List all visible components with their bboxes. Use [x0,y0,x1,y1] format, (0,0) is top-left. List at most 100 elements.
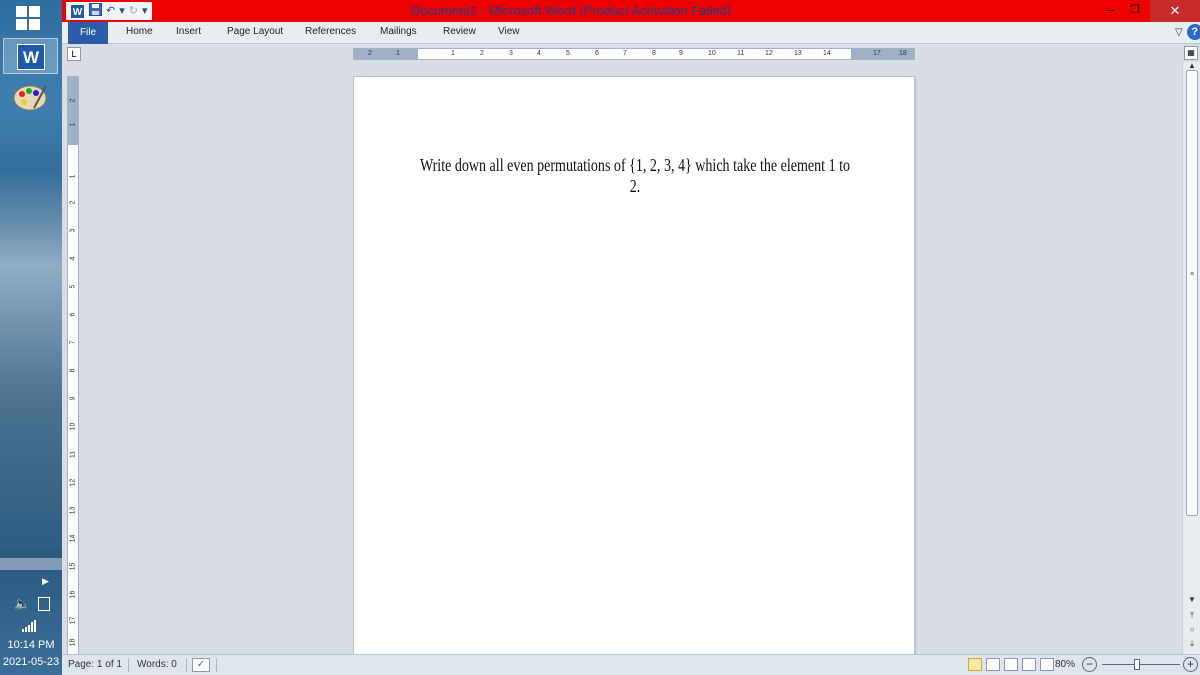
ruler-number: 1 [69,174,77,179]
previous-page-icon[interactable]: ⤒ [1185,610,1199,622]
ruler-number: 17 [69,616,77,625]
ruler-number: 12 [765,50,773,57]
ruler-number: 13 [794,50,802,57]
windows-taskbar: W ▶ 🔈 10:14 PM 2021-05-23 [0,0,62,675]
ruler-number: 2 [480,50,484,57]
horizontal-ruler[interactable]: 2 1 1 2 3 4 5 6 7 8 9 10 11 12 13 14 17 … [353,48,915,60]
word-window: W ↶ ▾ ↻ ▾ Document1 - Microsoft Word (Pr… [62,0,1200,675]
ruler-number: 15 [69,562,77,571]
word-app-icon: W [17,44,45,70]
ruler-number: 11 [69,450,77,459]
ruler-number: 3 [509,50,513,57]
zoom-out-button[interactable]: − [1082,657,1097,672]
status-separator [186,658,187,672]
minimize-ribbon-icon[interactable]: ▽ [1175,27,1183,38]
ruler-number: 7 [69,340,77,345]
help-icon[interactable]: ? [1186,24,1200,40]
ruler-number: 5 [69,284,77,289]
tab-selector[interactable]: L [67,47,81,61]
ruler-number: 18 [899,50,907,57]
tab-view[interactable]: View [498,26,520,37]
tab-mailings[interactable]: Mailings [380,26,417,37]
close-button[interactable]: ✕ [1150,0,1200,22]
show-hidden-icons-icon[interactable]: ▶ [42,576,49,587]
ruler-number: 1 [69,122,77,127]
ruler-number: 16 [69,590,77,599]
print-layout-icon[interactable] [968,658,982,671]
ribbon-tabs: File Home Insert Page Layout References … [62,22,1200,44]
minimize-button[interactable]: – [1098,0,1122,22]
next-page-icon[interactable]: ⤓ [1185,638,1199,650]
ruler-number: 2 [69,98,77,103]
ruler-number: 12 [69,478,77,487]
ruler-number: 7 [623,50,627,57]
full-screen-reading-icon[interactable] [986,658,1000,671]
status-bar: Page: 1 of 1 Words: 0 ✓ 80% − + [62,654,1200,675]
ruler-number: 2 [69,200,77,205]
ruler-number: 6 [595,50,599,57]
tab-page-layout[interactable]: Page Layout [227,26,283,37]
clock-time[interactable]: 10:14 PM [0,639,62,651]
restore-button[interactable]: ❐ [1122,0,1148,22]
windows-logo-pane [29,6,40,17]
page-count[interactable]: Page: 1 of 1 [68,659,122,670]
paint-palette-icon [13,85,47,111]
ruler-number: 1 [451,50,455,57]
desktop-wallpaper [0,170,62,550]
proofing-icon[interactable]: ✓ [192,658,210,672]
ruler-number: 17 [873,50,881,57]
ruler-left-margin [354,49,418,59]
battery-icon[interactable] [38,597,50,611]
draft-icon[interactable] [1040,658,1054,671]
volume-icon[interactable]: 🔈 [14,596,30,612]
status-separator [128,658,129,672]
windows-logo-icon [16,6,27,17]
word-count[interactable]: Words: 0 [137,659,177,670]
ruler-number: 10 [69,422,77,431]
ruler-number: 1 [396,50,400,57]
vertical-ruler[interactable]: 2 1 1 2 3 4 5 6 7 8 9 10 11 12 13 14 15 … [67,76,79,656]
scroll-down-icon[interactable]: ▼ [1185,594,1199,606]
tab-home[interactable]: Home [126,26,153,37]
tab-references[interactable]: References [305,26,356,37]
tray-divider [0,558,62,570]
zoom-slider[interactable] [1102,664,1180,665]
taskbar-word-button[interactable]: W [3,38,58,74]
tab-file[interactable]: File [68,22,108,44]
clock-date[interactable]: 2021-05-23 [0,656,62,668]
taskbar-paint-button[interactable] [10,80,50,114]
title-bar: W ↶ ▾ ↻ ▾ Document1 - Microsoft Word (Pr… [62,0,1200,22]
ruler-top-margin [68,77,78,145]
ruler-number: 3 [69,228,77,233]
ruler-number: 5 [566,50,570,57]
grip-icon: ≡ [1190,271,1195,278]
ruler-number: 9 [69,396,77,401]
zoom-level[interactable]: 80% [1055,659,1075,670]
select-browse-object-icon[interactable]: ○ [1185,624,1199,636]
ruler-number: 4 [537,50,541,57]
ruler-number: 14 [823,50,831,57]
ruler-number: 11 [737,50,745,57]
web-layout-icon[interactable] [1004,658,1018,671]
ruler-number: 8 [652,50,656,57]
tab-insert[interactable]: Insert [176,26,201,37]
ruler-number: 8 [69,368,77,373]
ruler-number: 2 [368,50,372,57]
network-signal-icon[interactable] [22,619,36,637]
windows-logo-pane [16,19,27,30]
zoom-in-button[interactable]: + [1183,657,1198,672]
status-separator [216,658,217,672]
document-body-text[interactable]: Write down all even permutations of {1, … [416,155,854,197]
tab-review[interactable]: Review [443,26,476,37]
ruler-number: 18 [69,638,77,647]
outline-icon[interactable] [1022,658,1036,671]
view-buttons [968,658,1054,671]
zoom-slider-thumb[interactable] [1134,659,1140,670]
vertical-scrollbar[interactable]: ▲ ≡ ▼ ⤒ ○ ⤓ [1182,61,1200,654]
start-button[interactable] [16,6,40,30]
scrollbar-thumb[interactable]: ≡ [1186,70,1198,516]
document-page[interactable]: Write down all even permutations of {1, … [353,76,915,659]
ruler-number: 9 [679,50,683,57]
view-ruler-toggle[interactable]: ▦ [1184,46,1198,60]
ruler-number: 10 [708,50,716,57]
